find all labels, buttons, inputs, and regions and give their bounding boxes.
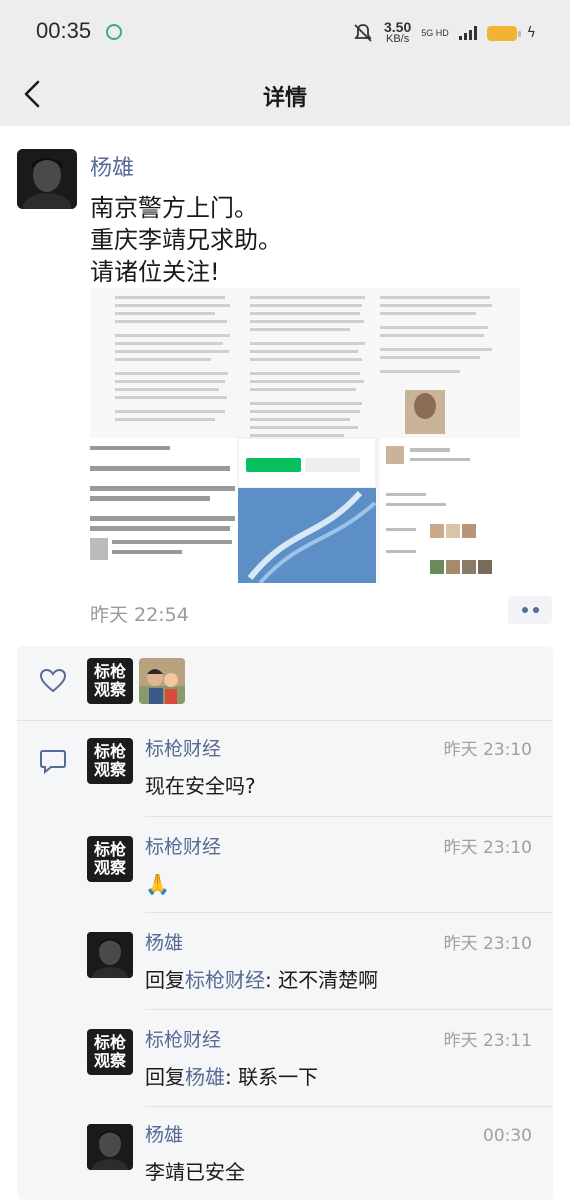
like-avatar[interactable]: 标枪 观察 (87, 658, 133, 704)
reply-prefix: 回复 (145, 968, 185, 992)
charging-icon: ϟ (526, 25, 536, 41)
more-icon-dot (532, 607, 539, 613)
heart-icon (39, 668, 67, 693)
interaction-panel: 标枪 观察 标枪 观察 标枪财经 昨天 23:10 现在安全吗? 标枪 观察 标… (17, 646, 553, 1200)
comment-avatar[interactable]: 标枪 观察 (87, 836, 133, 882)
author-avatar[interactable] (17, 149, 77, 209)
comment-time: 昨天 23:11 (443, 1031, 532, 1051)
reply-prefix: 回复 (145, 1065, 185, 1089)
comment-time: 00:30 (483, 1126, 532, 1146)
comment-divider (145, 912, 553, 913)
comment-time: 昨天 23:10 (443, 740, 532, 760)
like-avatar[interactable] (139, 658, 185, 704)
network-type: 5G HD (421, 28, 449, 38)
mute-icon (354, 24, 372, 42)
reply-text: : 还不清楚啊 (265, 968, 379, 992)
comment-text: 🙏 (145, 872, 170, 896)
more-button[interactable] (508, 596, 552, 624)
post-line: 请诸位关注! (90, 258, 220, 286)
comment-avatar[interactable]: 标枪 观察 (87, 1029, 133, 1075)
page-title: 详情 (262, 86, 307, 111)
comment-avatar[interactable] (87, 932, 133, 978)
comment-author[interactable]: 标枪财经 (145, 738, 221, 760)
post-text: 南京警方上门。 重庆李靖兄求助。 请诸位关注! (90, 192, 530, 288)
net-speed: 3.50 KB/s (383, 19, 412, 45)
comment-author[interactable]: 杨雄 (145, 1124, 183, 1146)
reply-target[interactable]: 杨雄 (185, 1065, 225, 1089)
comment-author[interactable]: 标枪财经 (145, 1029, 221, 1051)
comment-text: 回复杨雄: 联系一下 (145, 1065, 318, 1089)
comment-icon (40, 750, 66, 774)
post-time: 昨天 22:54 (90, 604, 189, 626)
signal-icon (458, 26, 477, 40)
comment-avatar[interactable]: 标枪 观察 (87, 738, 133, 784)
comment-author[interactable]: 杨雄 (145, 932, 183, 954)
post-line: 重庆李靖兄求助。 (90, 226, 282, 254)
comment-avatar[interactable] (87, 1124, 133, 1170)
comment-text: 现在安全吗? (145, 774, 256, 798)
reply-target[interactable]: 标枪财经 (185, 968, 265, 992)
comment-divider (145, 1106, 553, 1107)
status-right: 3.50 KB/s 5G HD ϟ (352, 16, 536, 50)
comment-divider (145, 1009, 553, 1010)
status-bar: 00:35 3.50 KB/s 5G HD ϟ (0, 0, 570, 62)
comment-time: 昨天 23:10 (443, 838, 532, 858)
panel-divider (17, 720, 553, 721)
reply-text: : 联系一下 (225, 1065, 319, 1089)
comment-text: 李靖已安全 (145, 1160, 245, 1184)
nav-bar: 详情 (0, 62, 570, 126)
post-line: 南京警方上门。 (90, 194, 258, 222)
post-author[interactable]: 杨雄 (90, 150, 134, 182)
comment-time: 昨天 23:10 (443, 934, 532, 954)
battery-icon (486, 25, 521, 41)
sync-icon (106, 24, 122, 40)
comment-text: 回复标枪财经: 还不清楚啊 (145, 968, 378, 992)
status-time: 00:35 (36, 18, 92, 43)
more-icon-dot (521, 607, 528, 613)
post-image[interactable] (90, 288, 520, 583)
comment-author[interactable]: 标枪财经 (145, 836, 221, 858)
comment-divider (145, 816, 553, 817)
